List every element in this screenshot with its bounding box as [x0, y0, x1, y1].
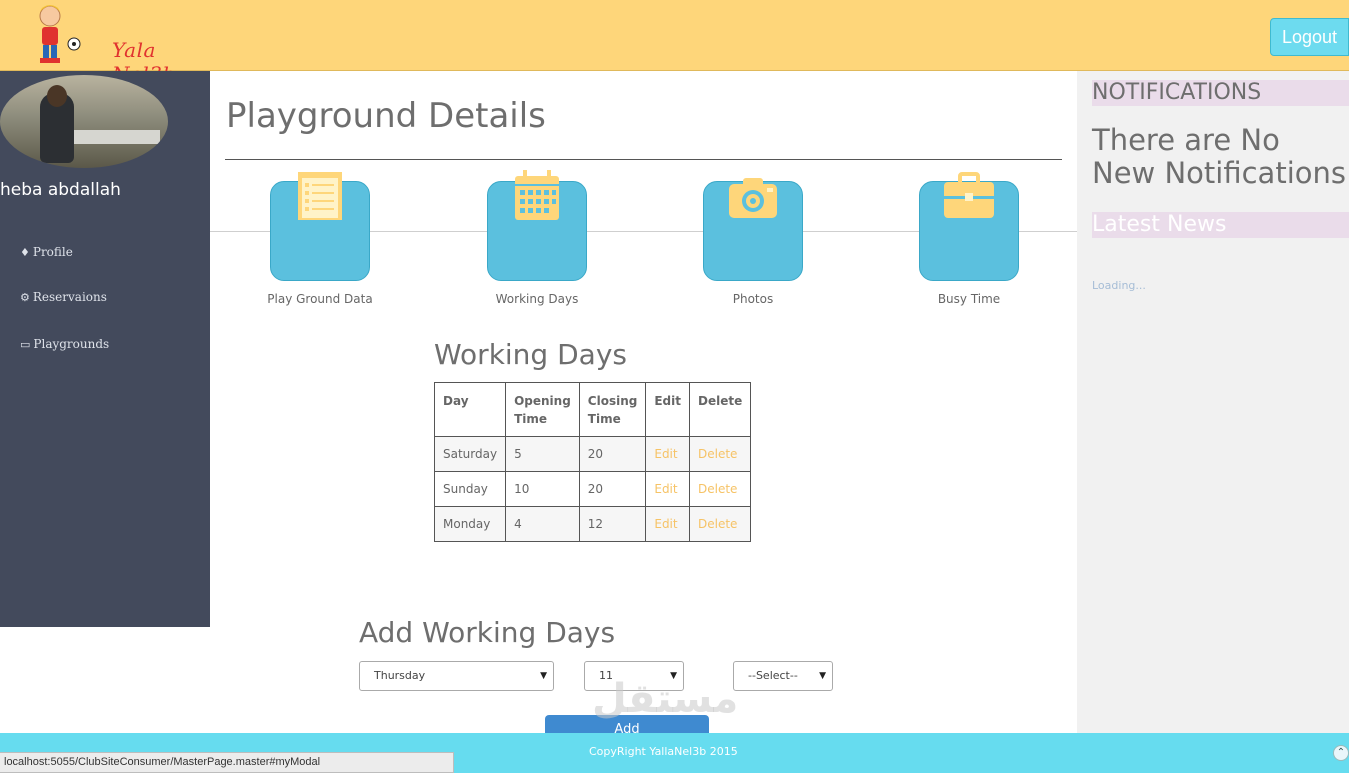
- top-header: Yala Nel3b Logout: [0, 0, 1349, 86]
- sidebar-item-reservations[interactable]: ⚙ Reservaions: [20, 290, 107, 304]
- delete-link[interactable]: Delete: [698, 482, 737, 496]
- opening-time-cell: 4: [505, 506, 580, 542]
- title-divider: [225, 159, 1062, 160]
- sidebar-item-label: Playgrounds: [33, 337, 110, 351]
- watermark-logo: مستقل: [592, 676, 739, 722]
- news-loading-text: Loading...: [1092, 279, 1146, 292]
- column-header: Edit: [645, 382, 690, 437]
- table-row: Sunday 10 20 Edit Delete: [433, 471, 752, 507]
- sidebar-item-playgrounds[interactable]: ▭ Playgrounds: [20, 337, 109, 351]
- closing-time-cell: 12: [578, 506, 647, 542]
- tile-label: Busy Time: [937, 292, 1001, 306]
- latest-news-heading: Latest News: [1092, 212, 1349, 238]
- kid-mascot-icon: [39, 5, 81, 63]
- camera-icon: [729, 178, 777, 218]
- closing-time-select[interactable]: --Select-- ▼: [733, 661, 833, 691]
- opening-time-cell: 10: [505, 471, 580, 507]
- tile-label: Working Days: [495, 292, 579, 306]
- tile-working-days[interactable]: [487, 170, 587, 281]
- site-logo[interactable]: Yala Nel3b: [28, 2, 198, 86]
- logout-button[interactable]: Logout: [1270, 18, 1349, 56]
- scroll-up-icon[interactable]: ⌃: [1333, 745, 1349, 761]
- day-select[interactable]: Thursday ▼: [359, 661, 554, 691]
- working-days-table: Day Opening Time Closing Time Edit Delet…: [433, 382, 752, 542]
- closing-time-cell: 20: [578, 436, 647, 472]
- opening-time-cell: 5: [505, 436, 580, 472]
- edit-link[interactable]: Edit: [654, 447, 677, 461]
- gears-icon: ⚙: [20, 290, 30, 304]
- briefcase-icon: [944, 172, 994, 218]
- notifications-heading: NOTIFICATIONS: [1092, 80, 1349, 106]
- tile-label: Play Ground Data: [267, 292, 373, 306]
- table-row: Saturday 5 20 Edit Delete: [433, 436, 752, 472]
- avatar: [0, 75, 168, 168]
- tile-photos[interactable]: [703, 178, 803, 281]
- dropdown-arrow-icon: ▼: [819, 671, 826, 681]
- delete-link[interactable]: Delete: [698, 517, 737, 531]
- sidebar-item-label: Profile: [32, 245, 73, 259]
- working-days-heading: Working Days: [434, 338, 627, 371]
- closing-time-cell: 20: [578, 471, 647, 507]
- column-header: Day: [433, 382, 507, 437]
- delete-link[interactable]: Delete: [698, 447, 737, 461]
- sidebar: heba abdallah ♦ Profile ⚙ Reservaions ▭ …: [0, 71, 210, 627]
- day-cell: Saturday: [433, 436, 507, 472]
- page-title: Playground Details: [226, 96, 546, 136]
- status-url-bar: localhost:5055/ClubSiteConsumer/MasterPa…: [0, 752, 454, 773]
- dropdown-arrow-icon: ▼: [540, 671, 547, 681]
- user-name: heba abdallah: [0, 180, 121, 200]
- edit-link[interactable]: Edit: [654, 517, 677, 531]
- column-header: Opening Time: [505, 382, 580, 437]
- column-header: Delete: [688, 382, 752, 437]
- column-header: Closing Time: [578, 382, 647, 437]
- monitor-icon: ▭: [20, 337, 31, 351]
- tag-icon: ♦: [20, 245, 30, 259]
- closing-select-value: --Select--: [748, 669, 798, 682]
- add-working-days-heading: Add Working Days: [359, 616, 616, 649]
- day-cell: Monday: [433, 506, 507, 542]
- no-notifications-text: There are No New Notifications: [1092, 123, 1346, 190]
- copyright-text: CopyRight YallaNel3b 2015: [589, 745, 738, 758]
- sidebar-item-label: Reservaions: [32, 290, 107, 304]
- calendar-icon: [515, 170, 559, 220]
- edit-link[interactable]: Edit: [654, 482, 677, 496]
- tile-play-ground-data[interactable]: [270, 172, 370, 281]
- tile-label: Photos: [732, 292, 774, 306]
- day-cell: Sunday: [433, 471, 507, 507]
- sidebar-item-profile[interactable]: ♦ Profile: [20, 245, 73, 259]
- list-document-icon: [298, 172, 342, 220]
- tile-busy-time[interactable]: [919, 172, 1019, 281]
- day-select-value: Thursday: [374, 669, 426, 682]
- table-row: Monday 4 12 Edit Delete: [433, 506, 752, 542]
